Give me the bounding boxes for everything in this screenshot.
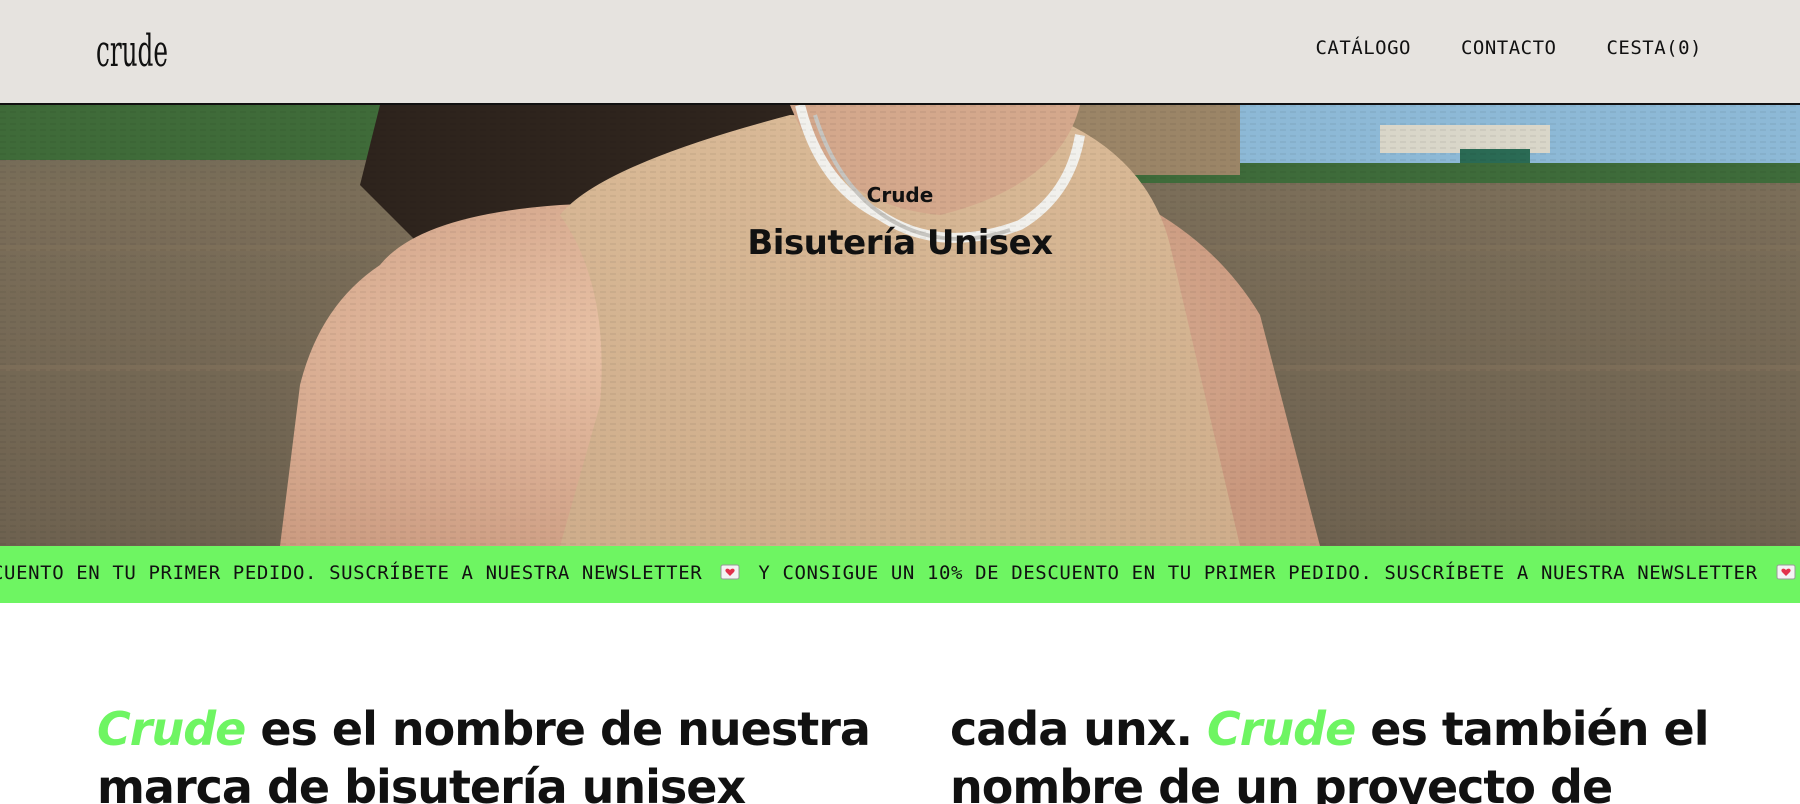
- hero-banner: Crude Bisutería Unisex: [0, 105, 1800, 546]
- intro-left-line-2: marca de bisutería unisex: [97, 760, 746, 804]
- intro-column-left: Crude es el nombre de nuestra marca de b…: [97, 700, 871, 804]
- nav-catalogo[interactable]: CATÁLOGO: [1315, 37, 1411, 59]
- main-nav: CATÁLOGO CONTACTO CESTA(0): [1315, 37, 1702, 59]
- brand-accent: Crude: [1206, 702, 1356, 756]
- intro-column-right: cada unx. Crude es también el nombre de …: [950, 700, 1710, 804]
- site-header: crude CATÁLOGO CONTACTO CESTA(0): [0, 0, 1800, 105]
- intro-left-text-1: es el nombre de nuestra: [245, 702, 871, 756]
- intro-left-line-1: Crude es el nombre de nuestra: [97, 700, 871, 758]
- intro-right-text-start: cada unx.: [950, 702, 1207, 756]
- intro-right-line-1: cada unx. Crude es también el: [950, 700, 1710, 758]
- crude-logo-mark: crude: [96, 26, 168, 77]
- marquee-track: CUENTO EN TU PRIMER PEDIDO. SUSCRÍBETE A…: [0, 562, 1800, 584]
- newsletter-marquee[interactable]: CUENTO EN TU PRIMER PEDIDO. SUSCRÍBETE A…: [0, 546, 1800, 603]
- nav-contacto[interactable]: CONTACTO: [1461, 37, 1557, 59]
- heart-envelope-icon: [720, 564, 740, 580]
- nav-cesta[interactable]: CESTA(0): [1606, 37, 1702, 59]
- crude-logo[interactable]: crude: [96, 18, 176, 78]
- svg-text:crude: crude: [96, 26, 168, 77]
- heart-envelope-icon: [1776, 564, 1796, 580]
- intro-section: Crude es el nombre de nuestra marca de b…: [0, 700, 1800, 804]
- hero-subtitle: Crude: [866, 183, 934, 207]
- marquee-text-2: Y CONSIGUE UN 10% DE DESCUENTO EN TU PRI…: [758, 562, 1758, 584]
- marquee-text-1: CUENTO EN TU PRIMER PEDIDO. SUSCRÍBETE A…: [0, 562, 703, 584]
- hero-image: [0, 105, 1800, 546]
- intro-right-text-rest: es también el: [1355, 702, 1709, 756]
- brand-accent: Crude: [97, 702, 246, 756]
- hero-title: Bisutería Unisex: [747, 223, 1053, 263]
- intro-right-line-2: nombre de un proyecto de: [950, 760, 1613, 804]
